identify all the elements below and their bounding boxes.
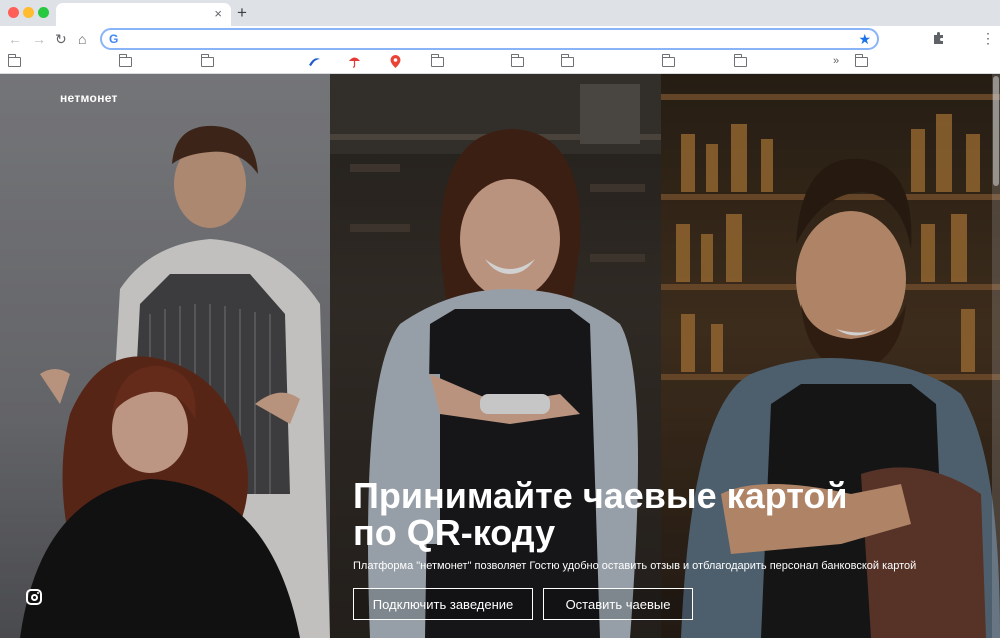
browser-toolbar: ← → ↻ ⌂ G ★ ⋮ (0, 26, 1000, 52)
hero-headline: Принимайте чаевые картой по QR-коду (353, 477, 953, 551)
instagram-icon[interactable] (26, 589, 42, 605)
new-tab-button[interactable]: + (237, 3, 247, 23)
window-minimize-button[interactable] (23, 7, 34, 18)
bookmark-folder-icon[interactable] (733, 54, 747, 67)
connect-venue-button[interactable]: Подключить заведение (353, 588, 533, 620)
scrollbar-thumb[interactable] (993, 76, 999, 186)
address-bar[interactable]: G ★ (100, 28, 879, 50)
extensions-puzzle-icon[interactable] (932, 31, 946, 45)
browser-menu-icon[interactable]: ⋮ (981, 29, 995, 47)
google-g-icon: G (109, 32, 119, 46)
hero-image-waitress (330, 74, 661, 638)
bookmark-folder-icon[interactable] (118, 54, 132, 67)
bookmark-folder-icon[interactable] (430, 54, 444, 67)
page-scrollbar[interactable] (992, 74, 1000, 638)
bookmark-folder-icon[interactable] (560, 54, 574, 67)
bookmark-folder-icon[interactable] (510, 54, 524, 67)
tab-strip: × + (0, 0, 1000, 26)
leave-tip-button[interactable]: Оставить чаевые (543, 588, 693, 620)
bookmark-folder-icon[interactable] (661, 54, 675, 67)
window-zoom-button[interactable] (38, 7, 49, 18)
home-button[interactable]: ⌂ (78, 30, 86, 48)
bookmark-swoosh-icon[interactable] (308, 56, 321, 68)
image-dim-overlay (330, 74, 661, 638)
bookmark-map-pin-icon[interactable] (390, 55, 401, 69)
bookmark-folder-icon[interactable] (854, 54, 868, 67)
back-button[interactable]: ← (8, 30, 22, 48)
window-close-button[interactable] (8, 7, 19, 18)
image-dim-overlay (0, 74, 330, 638)
bookmarks-overflow-icon[interactable]: » (833, 55, 839, 67)
image-dim-overlay (661, 74, 1000, 638)
reload-button[interactable]: ↻ (55, 30, 67, 48)
bookmarks-bar: » (0, 52, 1000, 74)
forward-button[interactable]: → (32, 30, 46, 48)
browser-tab[interactable]: × (56, 3, 231, 26)
bookmark-star-icon[interactable]: ★ (858, 30, 871, 48)
close-tab-icon[interactable]: × (214, 6, 222, 22)
bookmark-folder-icon[interactable] (200, 54, 214, 67)
bookmark-folder-icon[interactable] (7, 54, 21, 67)
hero-image-hairdresser: нетмонет (0, 74, 330, 638)
bookmark-umbrella-icon[interactable] (348, 55, 361, 68)
brand-logo[interactable]: нетмонет (60, 91, 118, 105)
hero-headline-line-2: по QR-коду (353, 512, 556, 553)
hero-description: Платформа "нетмонет" позволяет Гостю удо… (353, 560, 917, 572)
url-input[interactable] (126, 31, 826, 47)
landing-page: нетмонет Принимайте чаевые картой по QR-… (0, 74, 1000, 638)
hero-image-bartender (661, 74, 1000, 638)
hero-headline-line-1: Принимайте чаевые картой (353, 475, 848, 516)
